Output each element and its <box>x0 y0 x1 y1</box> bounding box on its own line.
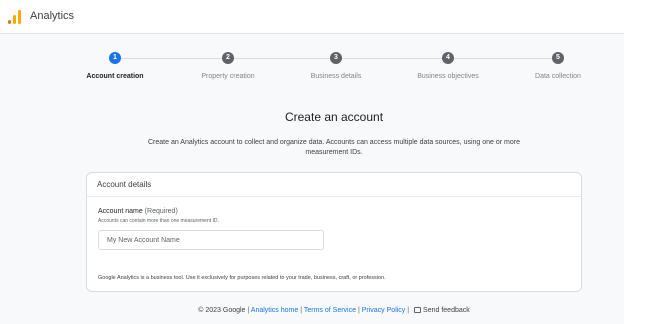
account-name-hint: Accounts can contain more than one measu… <box>98 218 219 224</box>
privacy-policy-link[interactable]: Privacy Policy <box>362 307 406 314</box>
step-data-collection: 5 Data collection <box>498 52 618 80</box>
copyright-text: © 2023 Google <box>198 307 246 314</box>
business-tool-disclaimer: Google Analytics is a business tool. Use… <box>98 275 386 281</box>
step-number-badge: 5 <box>552 52 564 64</box>
step-number-badge: 2 <box>222 52 234 64</box>
account-name-label: Account name (Required) <box>98 208 178 215</box>
setup-stepper: 1 Account creation 2 Property creation 3… <box>85 52 585 86</box>
step-property-creation: 2 Property creation <box>168 52 288 80</box>
card-title: Account details <box>87 173 581 197</box>
account-name-label-text: Account name <box>98 208 143 215</box>
step-label: Property creation <box>201 73 255 80</box>
footer-separator: | <box>357 307 360 314</box>
step-label: Data collection <box>535 73 581 80</box>
terms-of-service-link[interactable]: Terms of Service <box>304 307 356 314</box>
step-business-objectives: 4 Business objectives <box>388 52 508 80</box>
analytics-logo-icon[interactable] <box>8 10 22 24</box>
required-indicator: (Required) <box>144 208 178 215</box>
top-bar: Analytics <box>0 0 624 34</box>
footer-separator: | <box>300 307 303 314</box>
feedback-icon <box>414 307 422 313</box>
step-number-badge: 4 <box>442 52 454 64</box>
page-title: Create an account <box>284 110 384 124</box>
step-label: Business details <box>310 73 362 80</box>
footer-separator: | <box>247 307 250 314</box>
send-feedback-label: Send feedback <box>423 307 470 314</box>
app-title[interactable]: Analytics <box>30 10 74 22</box>
step-label: Business objectives <box>417 73 479 80</box>
step-business-details: 3 Business details <box>276 52 396 80</box>
analytics-home-link[interactable]: Analytics home <box>251 307 298 314</box>
analytics-app: Analytics 1 Account creation 2 Property … <box>0 0 624 324</box>
step-number-badge: 1 <box>109 52 121 64</box>
account-details-card: Account details Account name (Required) … <box>86 172 582 292</box>
step-label: Account creation <box>86 73 144 80</box>
step-number-badge: 3 <box>330 52 342 64</box>
page-description: Create an Analytics account to collect a… <box>148 139 520 156</box>
send-feedback-button[interactable]: Send feedback <box>411 307 470 314</box>
step-account-creation: 1 Account creation <box>55 52 175 80</box>
footer: © 2023 Google | Analytics home | Terms o… <box>0 307 648 314</box>
footer-separator: | <box>407 307 410 314</box>
account-name-input[interactable] <box>98 230 324 250</box>
